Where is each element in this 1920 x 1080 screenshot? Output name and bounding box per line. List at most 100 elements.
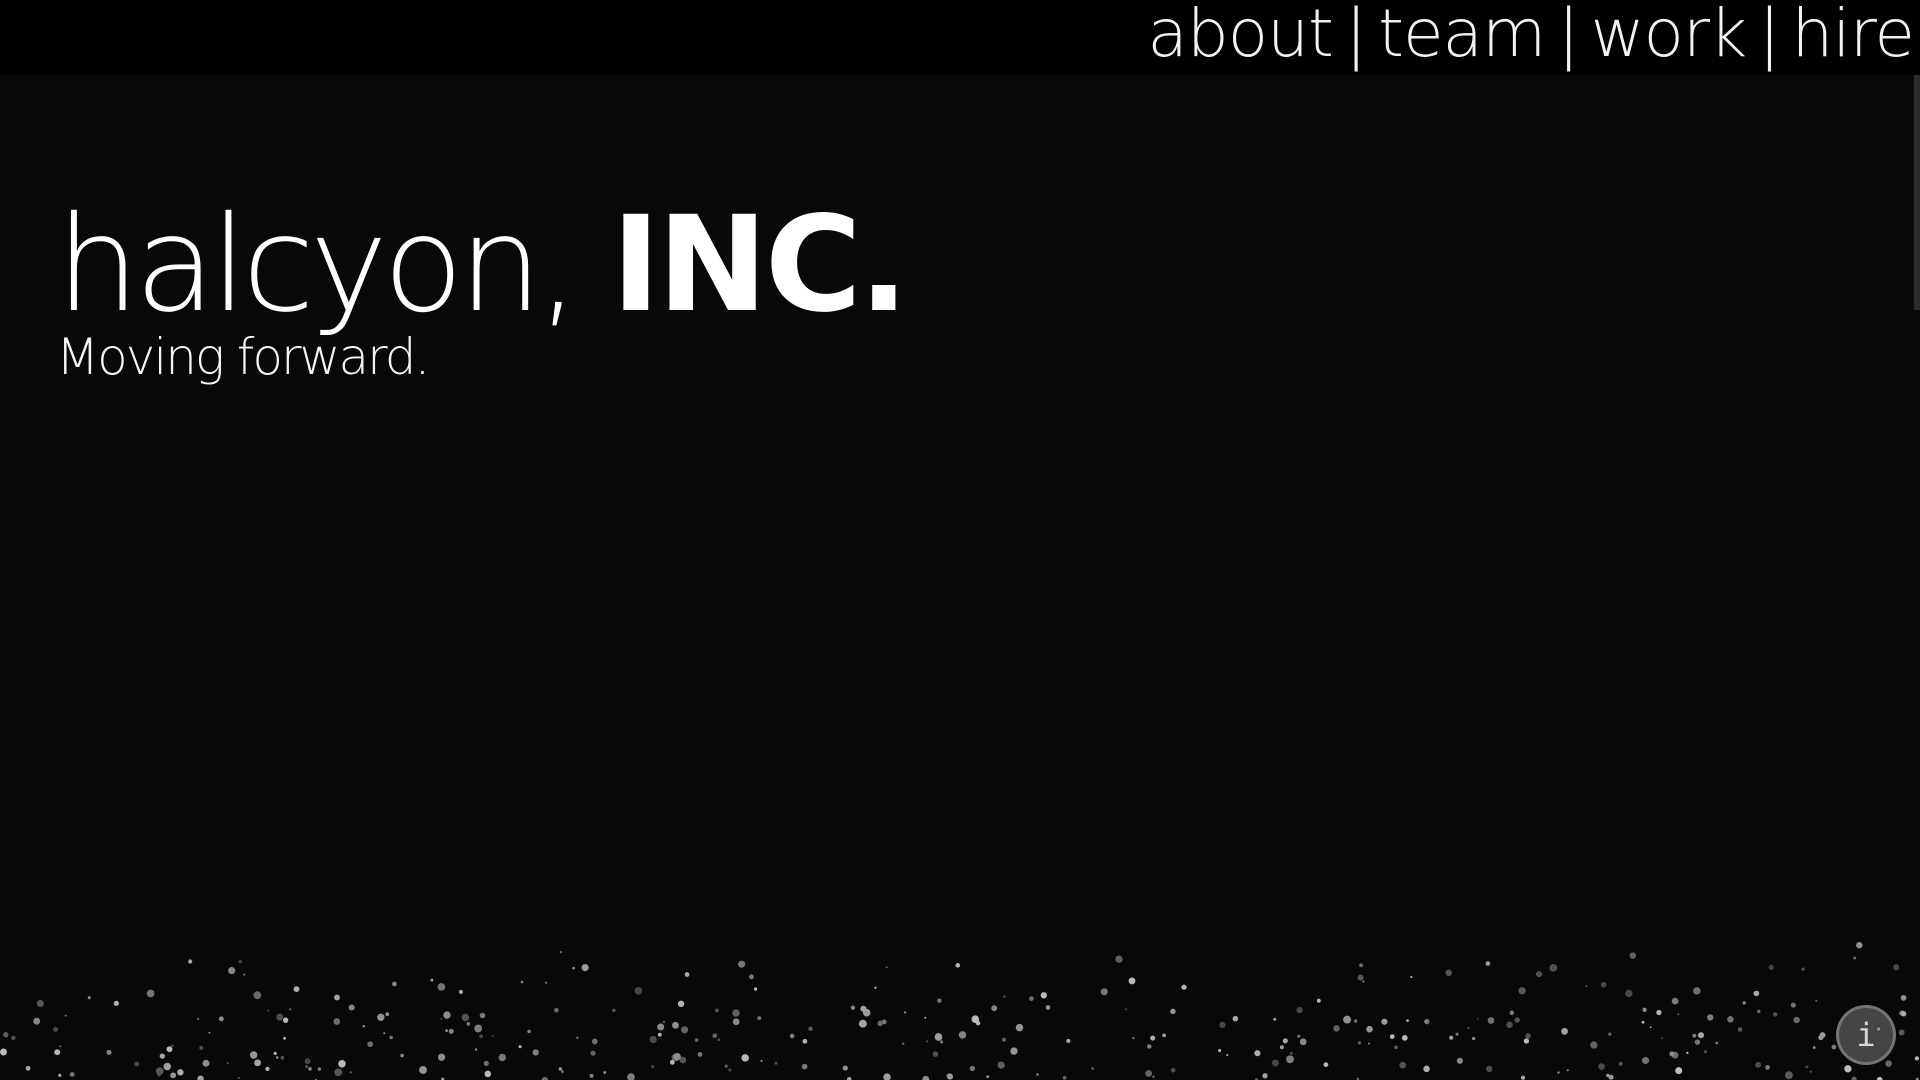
particle-dot [1703,1050,1708,1054]
particle-dot [400,1053,404,1058]
particle-dot [850,1005,856,1010]
particle-dot [1467,1027,1470,1030]
particle-dot [334,1068,343,1077]
particle-dot [902,1042,905,1045]
particle-dot [1323,1062,1329,1067]
particle-dot [1100,988,1108,996]
particle-dot [1262,1073,1268,1079]
nav-link-team[interactable]: team [1378,0,1546,72]
particle-dot [1697,1032,1705,1039]
nav-link-work[interactable]: work [1591,0,1748,72]
particle-dot [1737,1027,1743,1032]
particle-dot [946,1073,954,1080]
nav-separator: | [1344,0,1367,72]
particle-dot [997,1061,1005,1069]
particle-dot [1757,1009,1761,1014]
particle-dot [218,1016,224,1022]
particle-dot [1900,995,1907,1001]
particle-dot [657,1023,665,1031]
particle-dot [1768,964,1774,970]
particle-dot [293,986,300,993]
particle-dot [159,1053,165,1059]
particle-dot [581,963,589,972]
particle-dot [1815,999,1818,1002]
particle-dot [591,1038,598,1045]
particle-dot [448,1028,454,1034]
particle-dot [273,1051,277,1056]
particle-dot [649,1035,657,1044]
particle-dot [367,1041,374,1048]
particle-dot [681,1026,689,1034]
particle-dot [1368,1042,1370,1045]
particle-dot [757,1016,762,1020]
particle-dot [437,983,446,991]
particle-dot [483,1060,489,1066]
particle-dot [275,1056,279,1059]
nav-separator: | [1758,0,1780,72]
particle-dot [1406,1019,1409,1022]
particle-dot [33,1017,41,1025]
particle-dot [937,998,942,1003]
particle-dot [1557,1071,1560,1074]
particle-dot [1893,964,1900,971]
particle-dot [1590,1041,1598,1049]
particle-dot [419,1066,427,1074]
particle-dot [1445,969,1453,977]
particle-dot [1509,1010,1515,1015]
particle-dot [1487,1017,1495,1024]
particle-dot [1476,1018,1479,1020]
particle-dot [955,963,961,968]
particle-dot [1333,1025,1340,1032]
particle-dot [559,950,562,954]
particle-dot [1423,1065,1430,1073]
particle-dot [226,1062,229,1065]
particle-dot [383,1032,386,1035]
nav-link-about[interactable]: about [1147,0,1333,72]
particle-dot [922,1075,930,1080]
particle-dot [1765,1064,1771,1070]
particle-dot [1656,1009,1662,1016]
particle-dot [694,1038,699,1043]
particle-dot [561,1070,564,1073]
particle-dot [458,989,463,994]
particle-dot [1353,1019,1358,1023]
particle-dot [1062,1075,1067,1080]
particle-dot [385,1012,390,1017]
title-name: halcyon, [56,188,579,342]
particle-dot [612,1008,616,1012]
particle-dot [1818,1034,1824,1041]
particle-dot [69,1071,75,1077]
particle-dot [265,1066,270,1072]
nav-link-hire[interactable]: hire [1792,0,1915,72]
particle-dot [958,1031,967,1039]
particle-dot [1449,1035,1454,1040]
particle-dot [1036,1073,1039,1076]
main-nav: about | team | work | hire [1147,0,1915,74]
particle-dot [669,1059,675,1065]
particle-dot [25,1065,31,1071]
particle-dot [986,1075,990,1078]
particle-dot [1660,1037,1663,1040]
particle-dot [113,1000,119,1006]
particle-dot [440,1017,443,1020]
particle-dot [1755,1061,1762,1068]
particle-dot [1010,1047,1018,1055]
scrollbar[interactable] [1914,75,1920,310]
particle-dot [1029,996,1034,1001]
particle-dot [283,1036,286,1040]
particle-dot [554,1007,559,1013]
particle-dot [1831,1044,1837,1050]
particle-dot [1316,998,1321,1003]
info-button[interactable]: i [1836,1005,1896,1065]
particle-dot [728,1068,732,1072]
particle-dot [724,1064,728,1068]
particle-dot [1669,1051,1675,1057]
particle-dot [334,994,340,1001]
particle-dot [484,1070,492,1078]
particle-dot [1455,1032,1459,1036]
particle-dot [1525,1033,1531,1039]
particle-dot [1424,1020,1428,1023]
particle-dot [738,960,746,968]
particle-dot [437,1053,446,1061]
particle-dot [801,1063,808,1070]
